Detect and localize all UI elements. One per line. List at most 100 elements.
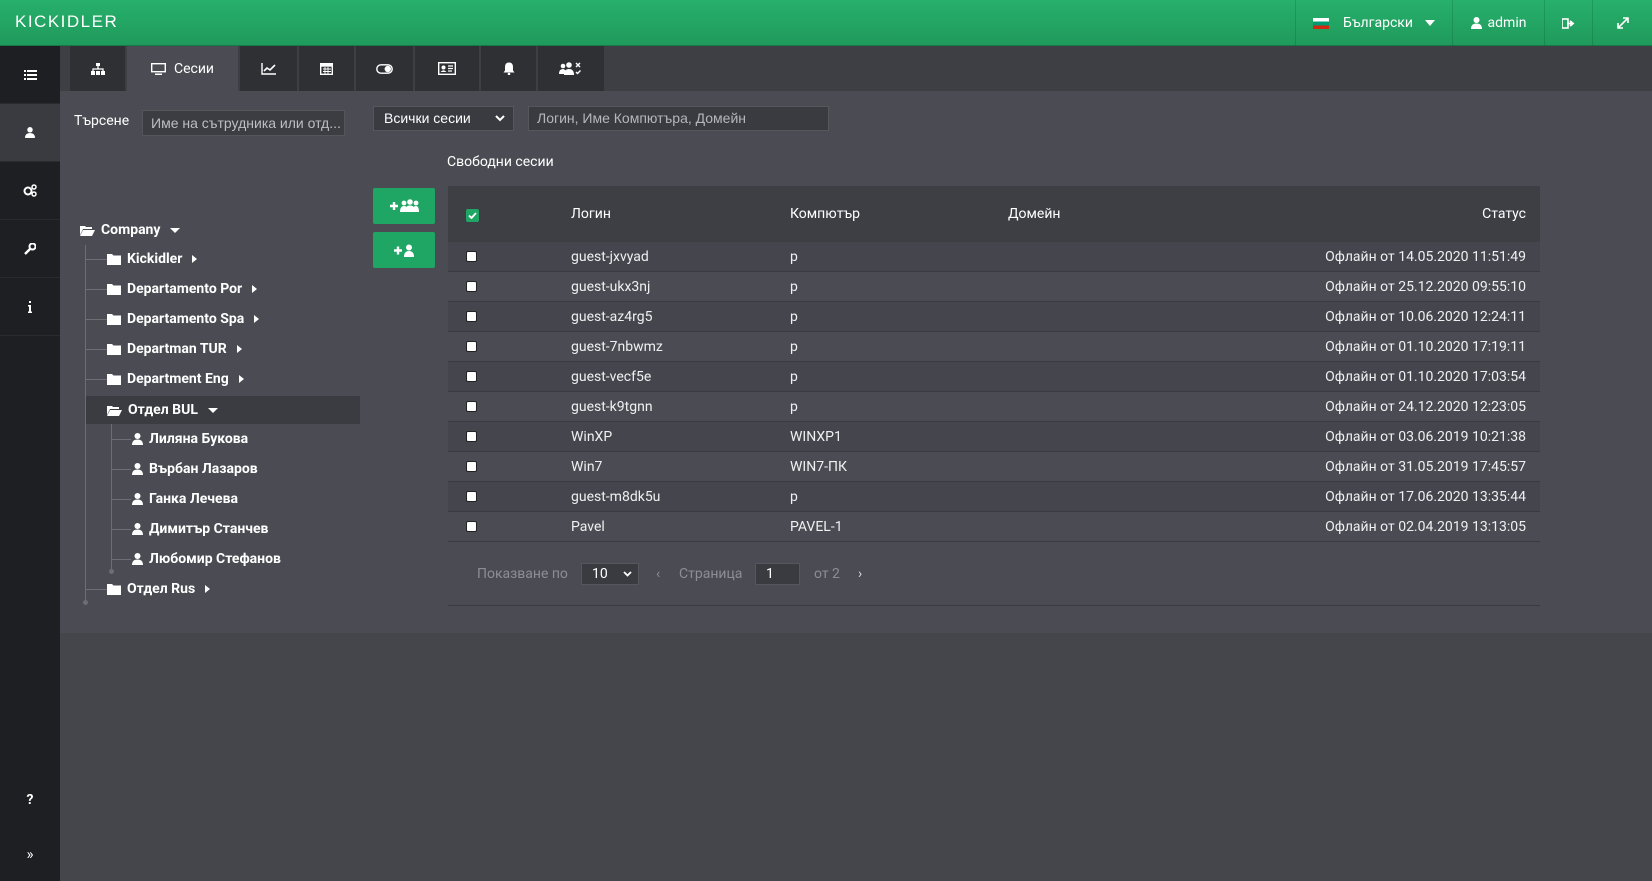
list-icon	[23, 69, 37, 80]
tree-employee[interactable]: Димитър Станчев	[132, 515, 268, 543]
chart-line-icon	[261, 62, 276, 75]
nav-info-button[interactable]	[0, 278, 60, 336]
double-chevron-right-icon: »	[26, 845, 34, 863]
sign-out-icon	[1562, 17, 1575, 29]
chevron-down-icon	[1424, 20, 1435, 26]
expand-rail-button[interactable]: »	[0, 827, 60, 881]
row-checkbox[interactable]	[466, 281, 477, 292]
table-row[interactable]: guest-jxvyad p Офлайн от 14.05.2020 11:5…	[448, 242, 1540, 272]
tree-dept-departman-tur[interactable]: Departman TUR	[107, 335, 242, 363]
nav-users-button[interactable]	[0, 104, 60, 162]
cell-computer: p	[790, 369, 798, 385]
tree-node-label: Department Eng	[127, 371, 229, 387]
chevron-down-icon	[495, 115, 505, 122]
gears-icon	[23, 184, 37, 197]
caret-right-icon	[205, 585, 211, 593]
session-search-input[interactable]: Логин, Име Компютъра, Домейн	[528, 106, 829, 131]
cell-computer: p	[790, 339, 798, 355]
tree-employee[interactable]: Ганка Лечева	[132, 485, 238, 513]
tab-user-groups[interactable]	[538, 46, 604, 91]
nav-list-button[interactable]	[0, 46, 60, 104]
tab-toggles[interactable]	[356, 46, 413, 91]
cell-status: Офлайн от 10.06.2020 12:24:11	[1325, 309, 1526, 325]
username-label: admin	[1487, 15, 1527, 31]
row-checkbox[interactable]	[466, 401, 477, 412]
column-header-status[interactable]: Статус	[1482, 206, 1526, 222]
cell-status: Офлайн от 31.05.2019 17:45:57	[1325, 459, 1526, 475]
help-button[interactable]: ?	[0, 773, 60, 827]
tree-line	[111, 469, 131, 470]
tab-sessions[interactable]: Сесии	[127, 46, 238, 91]
user-menu[interactable]: admin	[1452, 0, 1544, 46]
cell-status: Офлайн от 24.12.2020 12:23:05	[1325, 399, 1526, 415]
tab-calendar[interactable]	[299, 46, 354, 91]
tree-dept-otdel-rus[interactable]: Отдел Rus	[107, 575, 211, 603]
per-page-select[interactable]: 10	[581, 563, 639, 585]
table-row[interactable]: guest-k9tgnn p Офлайн от 24.12.2020 12:2…	[448, 392, 1540, 422]
table-header: Логин Компютър Домейн Статус	[448, 186, 1540, 242]
nav-tools-button[interactable]	[0, 220, 60, 278]
monitor-icon	[150, 62, 166, 75]
select-all-checkbox[interactable]	[466, 209, 479, 222]
tree-dept-kickidler[interactable]: Kickidler	[107, 245, 198, 273]
tree-employee[interactable]: Върбан Лазаров	[132, 455, 258, 483]
tree-node-label: Лиляна Букова	[149, 431, 249, 447]
row-checkbox[interactable]	[466, 341, 477, 352]
nav-settings-button[interactable]	[0, 162, 60, 220]
folder-icon	[107, 313, 121, 325]
calendar-icon	[320, 63, 333, 75]
wrench-icon	[24, 242, 36, 255]
tree-dept-department-eng[interactable]: Department Eng	[107, 365, 244, 393]
row-checkbox[interactable]	[466, 371, 477, 382]
language-label: Български	[1343, 15, 1413, 31]
tree-employee[interactable]: Любомир Стефанов	[132, 545, 281, 573]
table-row[interactable]: guest-az4rg5 p Офлайн от 10.06.2020 12:2…	[448, 302, 1540, 332]
search-label: Търсене	[74, 113, 130, 129]
tab-reports[interactable]	[240, 46, 297, 91]
cell-login: guest-k9tgnn	[571, 399, 653, 415]
tree-dept-departamento-por[interactable]: Departamento Por	[107, 275, 258, 303]
table-row[interactable]: guest-7nbwmz p Офлайн от 01.10.2020 17:1…	[448, 332, 1540, 362]
session-filter-select[interactable]: Всички сесии	[373, 106, 514, 131]
prev-page-button[interactable]: ‹	[656, 566, 660, 582]
employee-search-input[interactable]: Име на сътрудника или отд...	[142, 110, 345, 136]
tree-node-label: Company	[101, 222, 161, 238]
tree-employee[interactable]: Лиляна Букова	[132, 425, 248, 453]
tree-dept-otdel-bul[interactable]: Отдел BUL	[86, 396, 360, 424]
pagination: Показване по 10 ‹ Страница 1 от 2 ›	[448, 556, 1540, 606]
column-header-login[interactable]: Логин	[571, 206, 611, 222]
add-to-group-button[interactable]	[373, 188, 435, 224]
cell-login: guest-ukx3nj	[571, 279, 651, 295]
table-row[interactable]: guest-vecf5e p Офлайн от 01.10.2020 17:0…	[448, 362, 1540, 392]
row-checkbox[interactable]	[466, 461, 477, 472]
row-checkbox[interactable]	[466, 431, 477, 442]
table-row[interactable]: WinXP WINXP1 Офлайн от 03.06.2019 10:21:…	[448, 422, 1540, 452]
row-checkbox[interactable]	[466, 491, 477, 502]
column-header-domain[interactable]: Домейн	[1008, 206, 1060, 222]
tree-root-company[interactable]: Company	[80, 216, 181, 244]
table-row[interactable]: guest-ukx3nj p Офлайн от 25.12.2020 09:5…	[448, 272, 1540, 302]
cell-computer: p	[790, 399, 798, 415]
language-selector[interactable]: Български	[1295, 0, 1452, 46]
tab-structure[interactable]	[70, 46, 125, 91]
folder-icon	[107, 283, 121, 295]
tree-line	[85, 589, 107, 590]
table-row[interactable]: Win7 WIN7-ПК Офлайн от 31.05.2019 17:45:…	[448, 452, 1540, 482]
cell-computer: p	[790, 249, 798, 265]
tree-dept-departamento-spa[interactable]: Departamento Spa	[107, 305, 260, 333]
page-number-input[interactable]: 1	[755, 563, 800, 585]
column-header-computer[interactable]: Компютър	[790, 206, 860, 222]
tab-notifications[interactable]	[481, 46, 536, 91]
fullscreen-button[interactable]	[1592, 0, 1652, 46]
tab-cards[interactable]	[415, 46, 479, 91]
logout-button[interactable]	[1544, 0, 1592, 46]
row-checkbox[interactable]	[466, 251, 477, 262]
info-icon	[28, 300, 32, 313]
row-checkbox[interactable]	[466, 521, 477, 532]
add-user-button[interactable]	[373, 232, 435, 268]
table-row[interactable]: Pavel PAVEL-1 Офлайн от 02.04.2019 13:13…	[448, 512, 1540, 542]
row-checkbox[interactable]	[466, 311, 477, 322]
table-row[interactable]: guest-m8dk5u p Офлайн от 17.06.2020 13:3…	[448, 482, 1540, 512]
next-page-button[interactable]: ›	[858, 566, 862, 582]
app-logo[interactable]: KICKIDLER	[15, 12, 118, 32]
